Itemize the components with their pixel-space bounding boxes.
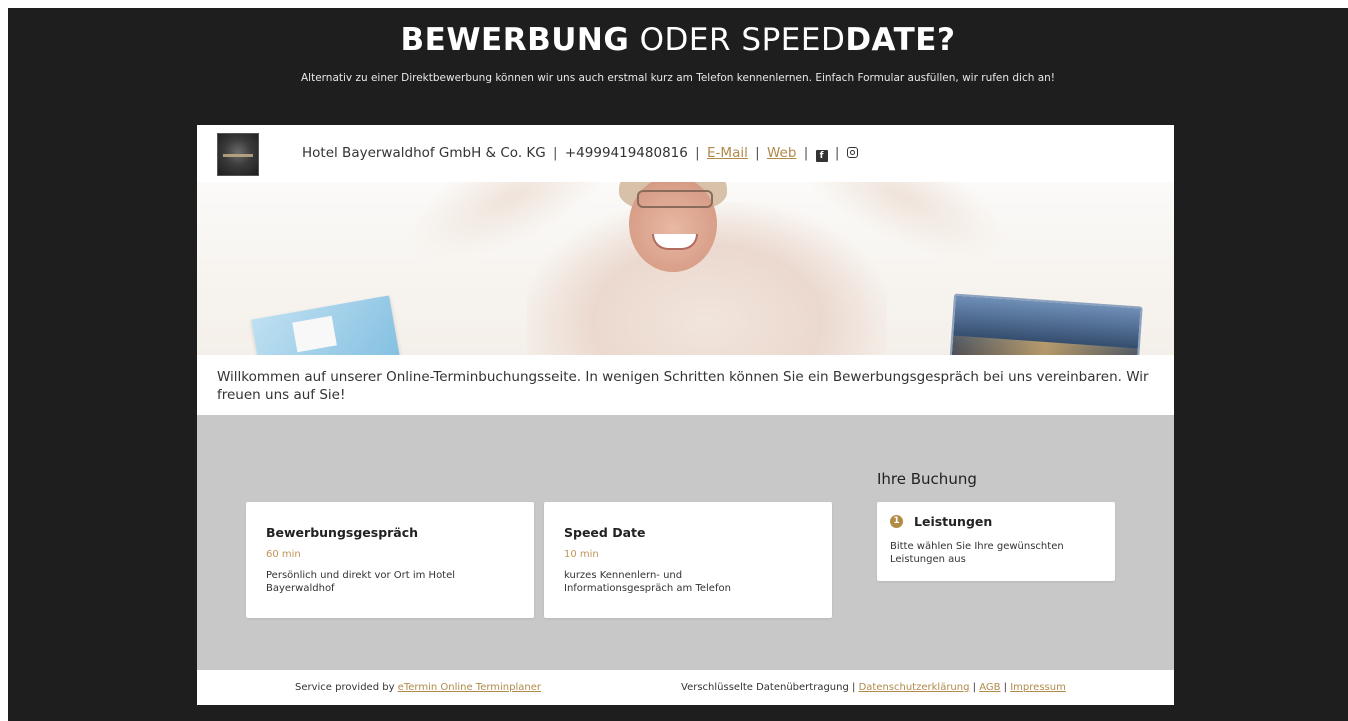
step-description: Bitte wählen Sie Ihre gewünschten Leistu… [890, 541, 1064, 565]
facebook-icon[interactable]: f [815, 150, 828, 162]
company-name: Hotel Bayerwaldhof GmbH & Co. KG [302, 145, 546, 161]
agb-link[interactable]: AGB [979, 682, 1000, 693]
booking-title: Ihre Buchung [877, 470, 977, 488]
privacy-link[interactable]: Datenschutzerklärung [859, 682, 970, 693]
booking-step: 1 Leistungen [890, 514, 992, 529]
welcome-text: Willkommen auf unserer Online-Terminbuch… [217, 369, 1149, 403]
service-duration: 10 min [564, 549, 599, 560]
company-info: Hotel Bayerwaldhof GmbH & Co. KG | +4999… [302, 145, 858, 162]
provider-link[interactable]: eTermin Online Terminplaner [398, 682, 541, 693]
booking-widget: Hotel Bayerwaldhof GmbH & Co. KG | +4999… [197, 125, 1174, 705]
separator: | [852, 682, 856, 693]
instagram-icon[interactable] [846, 147, 858, 158]
title-part-bewerbung: BEWERBUNG [400, 22, 630, 58]
separator: | [1003, 682, 1008, 693]
footer-legal: Verschlüsselte Datenübertragung | Datens… [681, 682, 1066, 693]
service-description: kurzes Kennenlern- und Informationsgespr… [564, 570, 731, 594]
page-frame: BEWERBUNG ODER SPEEDDATE? Alternativ zu … [8, 8, 1348, 721]
step-number-badge: 1 [890, 515, 903, 528]
separator: | [803, 145, 809, 161]
company-phone[interactable]: +4999419480816 [565, 145, 688, 161]
service-card-speed-date[interactable]: Speed Date 10 min kurzes Kennenlern- und… [544, 502, 832, 618]
company-logo [217, 133, 259, 176]
separator: | [695, 145, 700, 161]
separator: | [834, 145, 840, 161]
imprint-link[interactable]: Impressum [1010, 682, 1066, 693]
service-description: Persönlich und direkt vor Ort im Hotel B… [266, 570, 456, 594]
booking-summary-card: 1 Leistungen Bitte wählen Sie Ihre gewün… [877, 502, 1115, 581]
footer: Service provided by eTermin Online Termi… [197, 670, 1174, 705]
email-link[interactable]: E-Mail [707, 145, 748, 161]
separator: | [553, 145, 558, 161]
step-label: Leistungen [914, 514, 993, 529]
hero-image [197, 182, 1174, 355]
page-title: BEWERBUNG ODER SPEEDDATE? [8, 22, 1348, 58]
service-title: Bewerbungsgespräch [266, 525, 419, 540]
hero-card-left [251, 295, 403, 355]
service-duration: 60 min [266, 549, 301, 560]
page-subtitle: Alternativ zu einer Direktbewerbung könn… [300, 72, 1056, 84]
web-link[interactable]: Web [767, 145, 796, 161]
provider-prefix: Service provided by [295, 682, 398, 693]
separator: | [972, 682, 977, 693]
service-card-bewerbungsgespraech[interactable]: Bewerbungsgespräch 60 min Persönlich und… [246, 502, 534, 618]
title-part-oder-speed: ODER SPEED [629, 22, 846, 58]
service-title: Speed Date [564, 525, 646, 540]
title-part-date: DATE? [845, 22, 956, 58]
service-panel: Bewerbungsgespräch 60 min Persönlich und… [197, 415, 1174, 670]
separator: | [755, 145, 760, 161]
company-bar: Hotel Bayerwaldhof GmbH & Co. KG | +4999… [197, 125, 1174, 182]
footer-provider: Service provided by eTermin Online Termi… [295, 682, 541, 693]
hero-card-right [948, 293, 1143, 355]
secure-transfer-text: Verschlüsselte Datenübertragung [681, 682, 849, 693]
hero-glasses [637, 190, 713, 208]
